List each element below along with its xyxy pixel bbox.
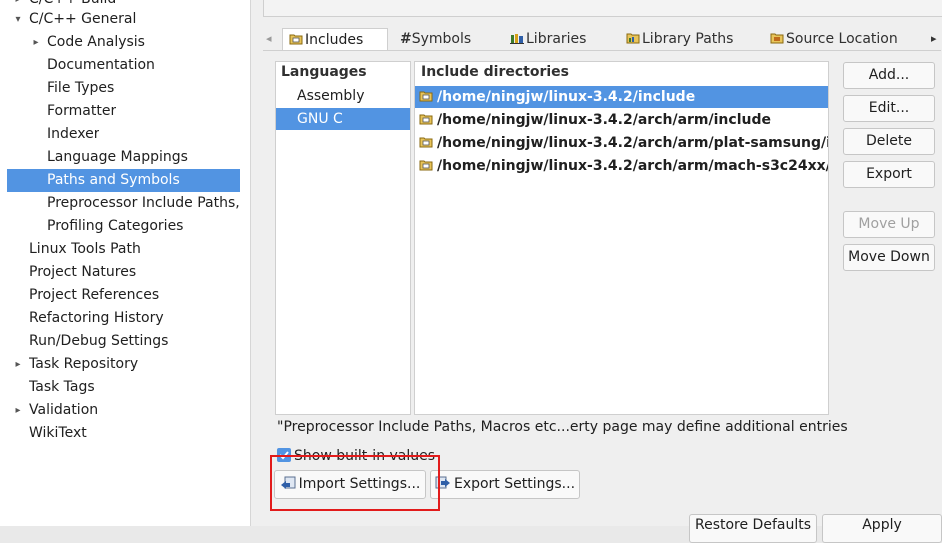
tab-scroll-left-icon[interactable]: ◂	[266, 28, 272, 50]
add-button[interactable]: Add...	[843, 62, 935, 89]
tree-item-language-mappings[interactable]: Language Mappings	[47, 146, 188, 169]
tab-includes[interactable]: Includes	[282, 28, 388, 50]
tree-item-project-natures[interactable]: Project Natures	[29, 261, 136, 284]
tab-source-location[interactable]: Source Location	[770, 28, 898, 50]
include-path-text: /home/ningjw/linux-3.4.2/include	[437, 89, 696, 105]
tab-symbols[interactable]: #Symbols	[400, 28, 471, 50]
highlight-annotation-box	[270, 455, 440, 511]
export-button[interactable]: Export	[843, 161, 935, 188]
move-down-button[interactable]: Move Down	[843, 244, 935, 271]
tab-includes-label: Includes	[305, 32, 364, 48]
tree-item-run-debug-settings[interactable]: Run/Debug Settings	[29, 330, 168, 353]
tree-item-cc-general[interactable]: C/C++ General	[29, 8, 136, 31]
tab-library-paths-label: Library Paths	[642, 31, 734, 47]
expand-twisty-icon[interactable]: ▸	[12, 399, 24, 422]
tree-item-profiling-categories[interactable]: Profiling Categories	[47, 215, 183, 238]
move-up-button[interactable]: Move Up	[843, 211, 935, 238]
tree-item-task-tags[interactable]: Task Tags	[29, 376, 95, 399]
library-path-icon	[626, 33, 640, 44]
include-folder-icon	[419, 137, 433, 148]
info-text: "Preprocessor Include Paths, Macros etc.…	[277, 419, 848, 435]
language-item-gnu-c[interactable]: GNU C	[276, 108, 410, 130]
tab-symbols-label: Symbols	[411, 31, 472, 47]
tree-item-documentation[interactable]: Documentation	[47, 54, 155, 77]
include-item[interactable]: /home/ningjw/linux-3.4.2/arch/arm/includ…	[415, 109, 828, 131]
include-folder-icon	[289, 34, 303, 45]
include-folder-icon	[419, 91, 433, 102]
expand-twisty-icon[interactable]: ▸	[12, 353, 24, 376]
include-path-text: /home/ningjw/linux-3.4.2/arch/arm/includ…	[437, 112, 771, 128]
include-directories-list[interactable]: Include directories /home/ningjw/linux-3…	[414, 61, 829, 415]
languages-list[interactable]: Languages Assembly GNU C	[275, 61, 411, 415]
language-item-assembly[interactable]: Assembly	[276, 85, 410, 107]
include-folder-icon	[419, 160, 433, 171]
tab-library-paths[interactable]: Library Paths	[626, 28, 733, 50]
tab-libraries-label: Libraries	[526, 31, 587, 47]
tree-item-linux-tools-path[interactable]: Linux Tools Path	[29, 238, 141, 261]
tab-source-location-label: Source Location	[786, 31, 898, 47]
collapse-twisty-icon[interactable]: ▾	[12, 8, 24, 31]
languages-header: Languages	[281, 64, 367, 80]
apply-button[interactable]: Apply	[822, 514, 942, 543]
tab-divider	[263, 50, 941, 51]
restore-defaults-button[interactable]: Restore Defaults	[689, 514, 817, 543]
tree-item-file-types[interactable]: File Types	[47, 77, 114, 100]
include-item[interactable]: /home/ningjw/linux-3.4.2/arch/arm/mach-s…	[415, 155, 828, 177]
delete-button[interactable]: Delete	[843, 128, 935, 155]
tree-item-validation[interactable]: Validation	[29, 399, 98, 422]
tree-item-task-repository[interactable]: Task Repository	[29, 353, 138, 376]
library-books-icon	[510, 34, 524, 44]
tree-item-paths-and-symbols[interactable]: Paths and Symbols	[7, 169, 240, 192]
export-settings-label: Export Settings...	[453, 476, 576, 492]
tree-item-refactoring-history[interactable]: Refactoring History	[29, 307, 164, 330]
top-panel-edge	[263, 0, 942, 17]
source-folder-icon	[770, 33, 784, 44]
edit-button[interactable]: Edit...	[843, 95, 935, 122]
tree-item-indexer[interactable]: Indexer	[47, 123, 99, 146]
tree-item-code-analysis[interactable]: Code Analysis	[47, 31, 145, 54]
tree-item-preprocessor-include-paths[interactable]: Preprocessor Include Paths, I	[47, 192, 241, 215]
include-path-text: /home/ningjw/linux-3.4.2/arch/arm/mach-s…	[437, 158, 828, 174]
tree-item-project-references[interactable]: Project References	[29, 284, 159, 307]
property-tree: ▸ C/C++ Build ▾ C/C++ General ▸ Code Ana…	[0, 0, 251, 526]
expand-twisty-icon[interactable]: ▸	[30, 31, 42, 54]
include-item[interactable]: /home/ningjw/linux-3.4.2/include	[415, 86, 828, 108]
include-directories-header: Include directories	[421, 64, 569, 80]
symbol-hash-icon: #	[400, 31, 412, 47]
tree-item-formatter[interactable]: Formatter	[47, 100, 116, 123]
tab-libraries[interactable]: Libraries	[510, 28, 586, 50]
include-item[interactable]: /home/ningjw/linux-3.4.2/arch/arm/plat-s…	[415, 132, 828, 154]
export-settings-button[interactable]: Export Settings...	[430, 470, 580, 499]
tree-item-wikitext[interactable]: WikiText	[29, 422, 87, 445]
include-folder-icon	[419, 114, 433, 125]
tab-scroll-right-icon[interactable]: ▸	[931, 28, 937, 50]
include-path-text: /home/ningjw/linux-3.4.2/arch/arm/plat-s…	[437, 135, 828, 151]
